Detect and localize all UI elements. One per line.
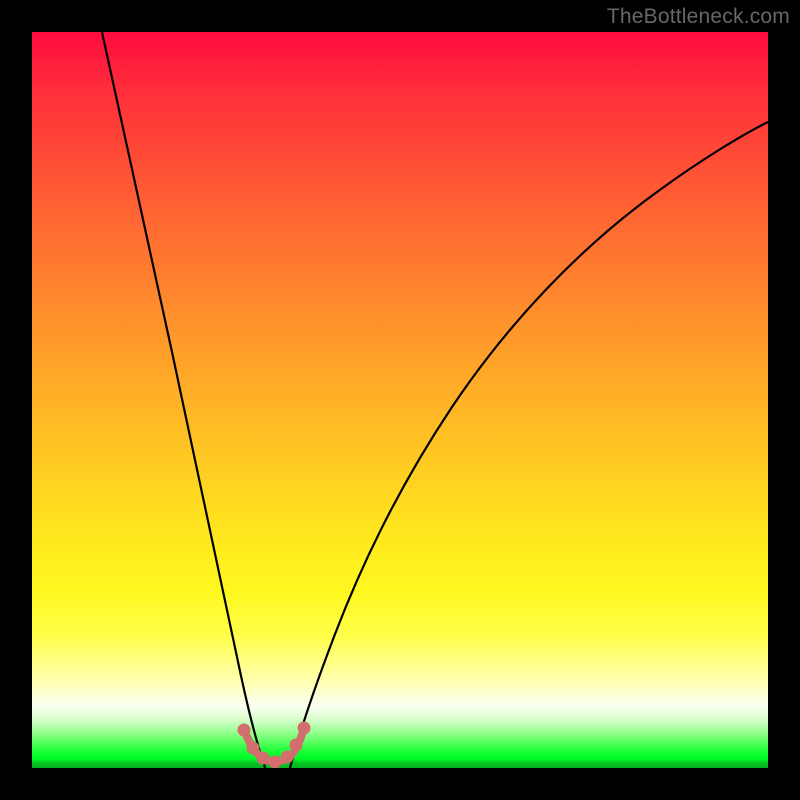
bottleneck-curve-left (102, 32, 265, 768)
watermark-text: TheBottleneck.com (607, 5, 790, 29)
bottleneck-marker-dot (298, 722, 311, 735)
bottleneck-marker-dot (238, 724, 251, 737)
bottleneck-marker-dot (247, 742, 260, 755)
curve-layer (32, 32, 768, 768)
bottleneck-marker-dot (281, 751, 294, 764)
chart-frame: TheBottleneck.com (0, 0, 800, 800)
bottleneck-marker-dot (269, 756, 282, 769)
bottleneck-marker-dot (290, 739, 303, 752)
bottleneck-curve-right (290, 122, 768, 768)
bottleneck-marker-dot (257, 752, 270, 765)
plot-area (32, 32, 768, 768)
